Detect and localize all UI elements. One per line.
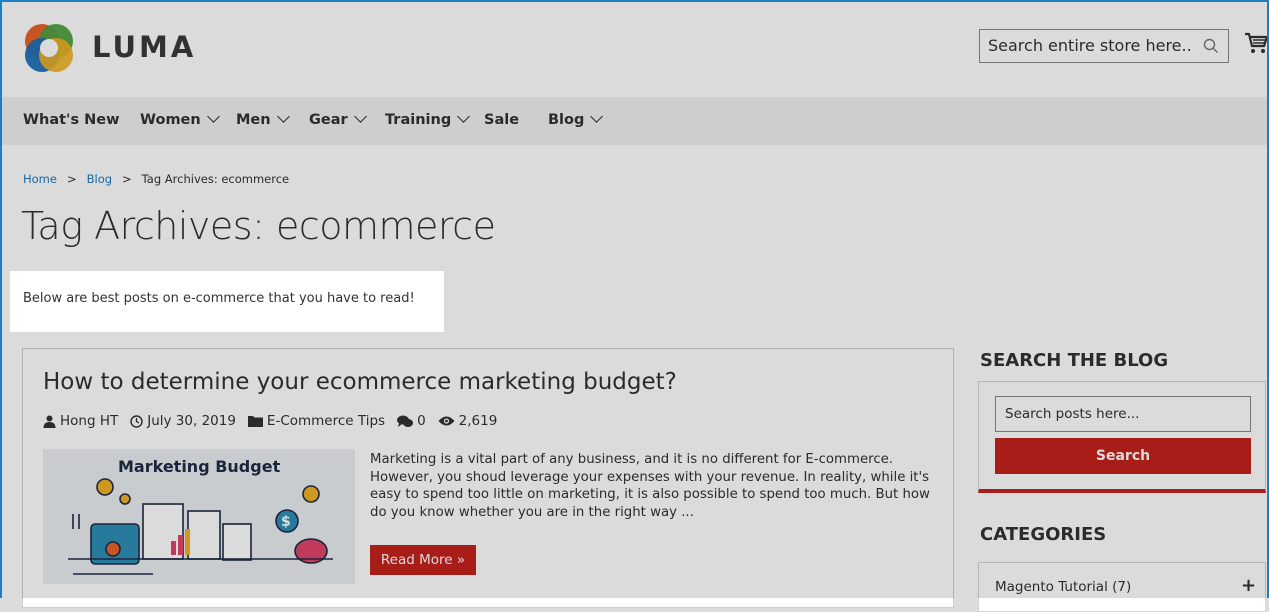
window-frame [0,0,1269,598]
